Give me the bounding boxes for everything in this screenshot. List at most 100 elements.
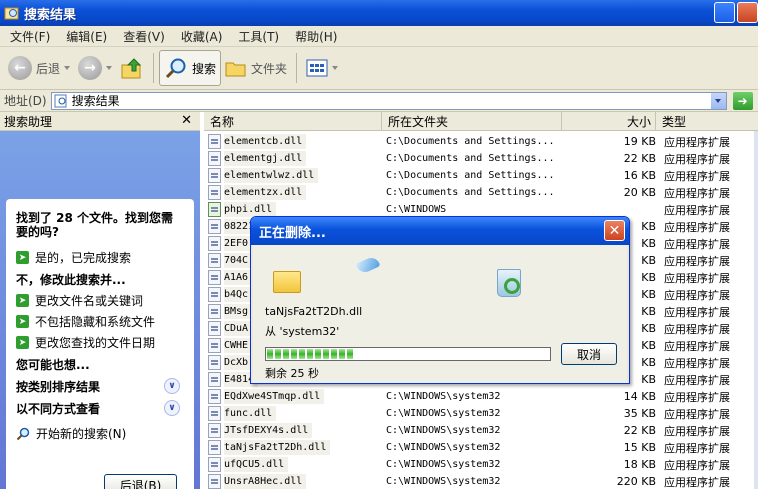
file-size: 22 KB bbox=[623, 152, 656, 165]
file-name: elementgj.dll bbox=[224, 151, 307, 166]
menu-favorites[interactable]: 收藏(A) bbox=[173, 28, 231, 45]
address-dropdown-button[interactable] bbox=[709, 92, 726, 109]
arrow-right-icon: ➤ bbox=[16, 315, 29, 328]
folder-up-icon bbox=[121, 58, 142, 79]
dialog-title-bar: 正在删除... ✕ bbox=[251, 217, 629, 245]
dll-file-icon bbox=[208, 338, 221, 353]
change-name-label: 更改文件名或关键词 bbox=[35, 294, 144, 308]
file-name-cell: EQdXwe4STmqp.dll bbox=[208, 388, 378, 405]
column-header-type[interactable]: 类型 bbox=[656, 112, 758, 130]
file-folder: C:\Documents and Settings... bbox=[386, 153, 555, 164]
menu-help[interactable]: 帮助(H) bbox=[287, 28, 345, 45]
menu-view[interactable]: 查看(V) bbox=[115, 28, 173, 45]
sort-by-category-label: 按类别排序结果 bbox=[16, 379, 101, 394]
search-companion-pane: 找到了 28 个文件。找到您需要的吗? ➤ 是的，已完成搜索 不，修改此搜索并.… bbox=[0, 131, 200, 489]
go-button[interactable]: ➜ bbox=[732, 91, 753, 110]
column-header-size[interactable]: 大小 bbox=[562, 112, 656, 130]
recycle-bin-icon bbox=[497, 269, 521, 297]
file-folder: C:\WINDOWS\system32 bbox=[386, 442, 501, 453]
file-type: 应用程序扩展 bbox=[664, 475, 730, 489]
file-size: 35 KB bbox=[623, 407, 656, 420]
dialog-body: taNjsFa2tT2Dh.dll 从 'system32' 取消 剩余 25 … bbox=[253, 245, 627, 383]
file-folder: C:\WINDOWS\system32 bbox=[386, 425, 501, 436]
views-button[interactable] bbox=[302, 50, 342, 86]
column-folder-label: 所在文件夹 bbox=[388, 114, 449, 129]
back-button[interactable]: ← 后退 bbox=[4, 50, 74, 86]
close-window-button[interactable] bbox=[737, 2, 758, 23]
close-icon: ✕ bbox=[608, 222, 621, 239]
file-name: phpi.dll bbox=[224, 202, 277, 217]
menu-edit[interactable]: 编辑(E) bbox=[58, 28, 115, 45]
file-name: 704C bbox=[224, 253, 253, 268]
forward-button[interactable]: → bbox=[74, 50, 116, 86]
dll-file-icon bbox=[208, 372, 221, 387]
double-chevron-down-icon[interactable]: ∨ bbox=[164, 400, 180, 416]
table-row[interactable]: JTsfDEXY4s.dll C:\WINDOWS\system32 22 KB 应用… bbox=[204, 422, 758, 439]
file-size: 16 KB bbox=[623, 169, 656, 182]
table-row[interactable]: elementzx.dll C:\Documents and Settings..… bbox=[204, 184, 758, 201]
back-arrow-icon: ← bbox=[8, 56, 32, 80]
assistant-back-button[interactable]: 后退(B) bbox=[104, 474, 177, 489]
table-row[interactable]: elementgj.dll C:\Documents and Settings..… bbox=[204, 150, 758, 167]
file-name-cell: elementcb.dll bbox=[208, 133, 378, 150]
dll-file-icon bbox=[208, 287, 221, 302]
address-label: 地址(D) bbox=[4, 94, 47, 108]
progress-fill bbox=[267, 349, 353, 359]
table-row[interactable]: elementwlwz.dll C:\Documents and Settings… bbox=[204, 167, 758, 184]
dll-file-icon bbox=[208, 134, 221, 149]
column-name-label: 名称 bbox=[210, 114, 235, 129]
double-chevron-down-icon[interactable]: ∨ bbox=[164, 378, 180, 394]
dll-file-icon bbox=[208, 219, 221, 234]
search-button[interactable]: 搜索 bbox=[159, 50, 222, 86]
table-row[interactable]: elementcb.dll C:\Documents and Settings..… bbox=[204, 133, 758, 150]
file-name-cell: elementgj.dll bbox=[208, 150, 378, 167]
folders-button[interactable]: 文件夹 bbox=[221, 50, 291, 86]
file-type: 应用程序扩展 bbox=[664, 220, 730, 234]
minimize-button[interactable] bbox=[714, 2, 735, 23]
view-differently-item[interactable]: 以不同方式查看 ∨ bbox=[16, 397, 184, 419]
file-name: CDuA bbox=[224, 321, 253, 336]
file-folder: C:\Documents and Settings... bbox=[386, 170, 555, 181]
table-row[interactable]: ufQCU5.dll C:\WINDOWS\system32 18 KB 应用程序扩展 bbox=[204, 456, 758, 473]
vertical-scrollbar[interactable] bbox=[754, 131, 758, 489]
file-name: BMsg bbox=[224, 304, 253, 319]
table-row[interactable]: UnsrA8Hec.dll C:\WINDOWS\system32 220 KB 应用… bbox=[204, 473, 758, 489]
yes-done-link[interactable]: ➤ 是的，已完成搜索 bbox=[16, 247, 184, 268]
table-row[interactable]: taNjsFa2tT2Dh.dll C:\WINDOWS\system32 15 K… bbox=[204, 439, 758, 456]
close-icon[interactable]: ✕ bbox=[181, 113, 192, 128]
column-header-folder[interactable]: 所在文件夹 bbox=[382, 112, 562, 130]
search-window-icon bbox=[4, 7, 19, 20]
table-row[interactable]: func.dll C:\WINDOWS\system32 35 KB 应用程序扩展 bbox=[204, 405, 758, 422]
new-search-link[interactable]: 开始新的搜索(N) bbox=[16, 423, 184, 444]
menu-tools[interactable]: 工具(T) bbox=[230, 28, 287, 45]
dialog-close-button[interactable]: ✕ bbox=[604, 220, 625, 241]
dll-file-icon bbox=[208, 202, 221, 217]
cancel-button[interactable]: 取消 bbox=[561, 343, 617, 365]
flying-paper-icon bbox=[355, 254, 381, 276]
exclude-hidden-link[interactable]: ➤ 不包括隐藏和系统文件 bbox=[16, 311, 184, 332]
file-folder: C:\Documents and Settings... bbox=[386, 187, 555, 198]
file-name: A1A6 bbox=[224, 270, 253, 285]
dll-file-icon bbox=[208, 236, 221, 251]
delete-progress-bar bbox=[265, 347, 551, 361]
progress-block bbox=[323, 349, 329, 359]
change-date-link[interactable]: ➤ 更改您查找的文件日期 bbox=[16, 332, 184, 353]
sort-by-category-item[interactable]: 按类别排序结果 ∨ bbox=[16, 375, 184, 397]
address-input[interactable]: 搜索结果 bbox=[50, 91, 727, 110]
change-name-link[interactable]: ➤ 更改文件名或关键词 bbox=[16, 290, 184, 311]
file-type: 应用程序扩展 bbox=[664, 441, 730, 455]
up-button[interactable] bbox=[116, 50, 148, 86]
menu-file[interactable]: 文件(F) bbox=[2, 28, 58, 45]
dialog-title: 正在删除... bbox=[259, 225, 326, 241]
dll-file-icon bbox=[208, 457, 221, 472]
new-search-label: 开始新的搜索(N) bbox=[36, 427, 127, 441]
file-type: 应用程序扩展 bbox=[664, 152, 730, 166]
file-type: 应用程序扩展 bbox=[664, 305, 730, 319]
file-type: 应用程序扩展 bbox=[664, 322, 730, 336]
file-type: 应用程序扩展 bbox=[664, 339, 730, 353]
table-row[interactable]: EQdXwe4STmqp.dll C:\WINDOWS\system32 14 KB… bbox=[204, 388, 758, 405]
file-name: ufQCU5.dll bbox=[224, 457, 289, 472]
column-header-name[interactable]: 名称 bbox=[204, 112, 382, 130]
folder-icon bbox=[273, 271, 301, 293]
file-name: b4Qc bbox=[224, 287, 253, 302]
